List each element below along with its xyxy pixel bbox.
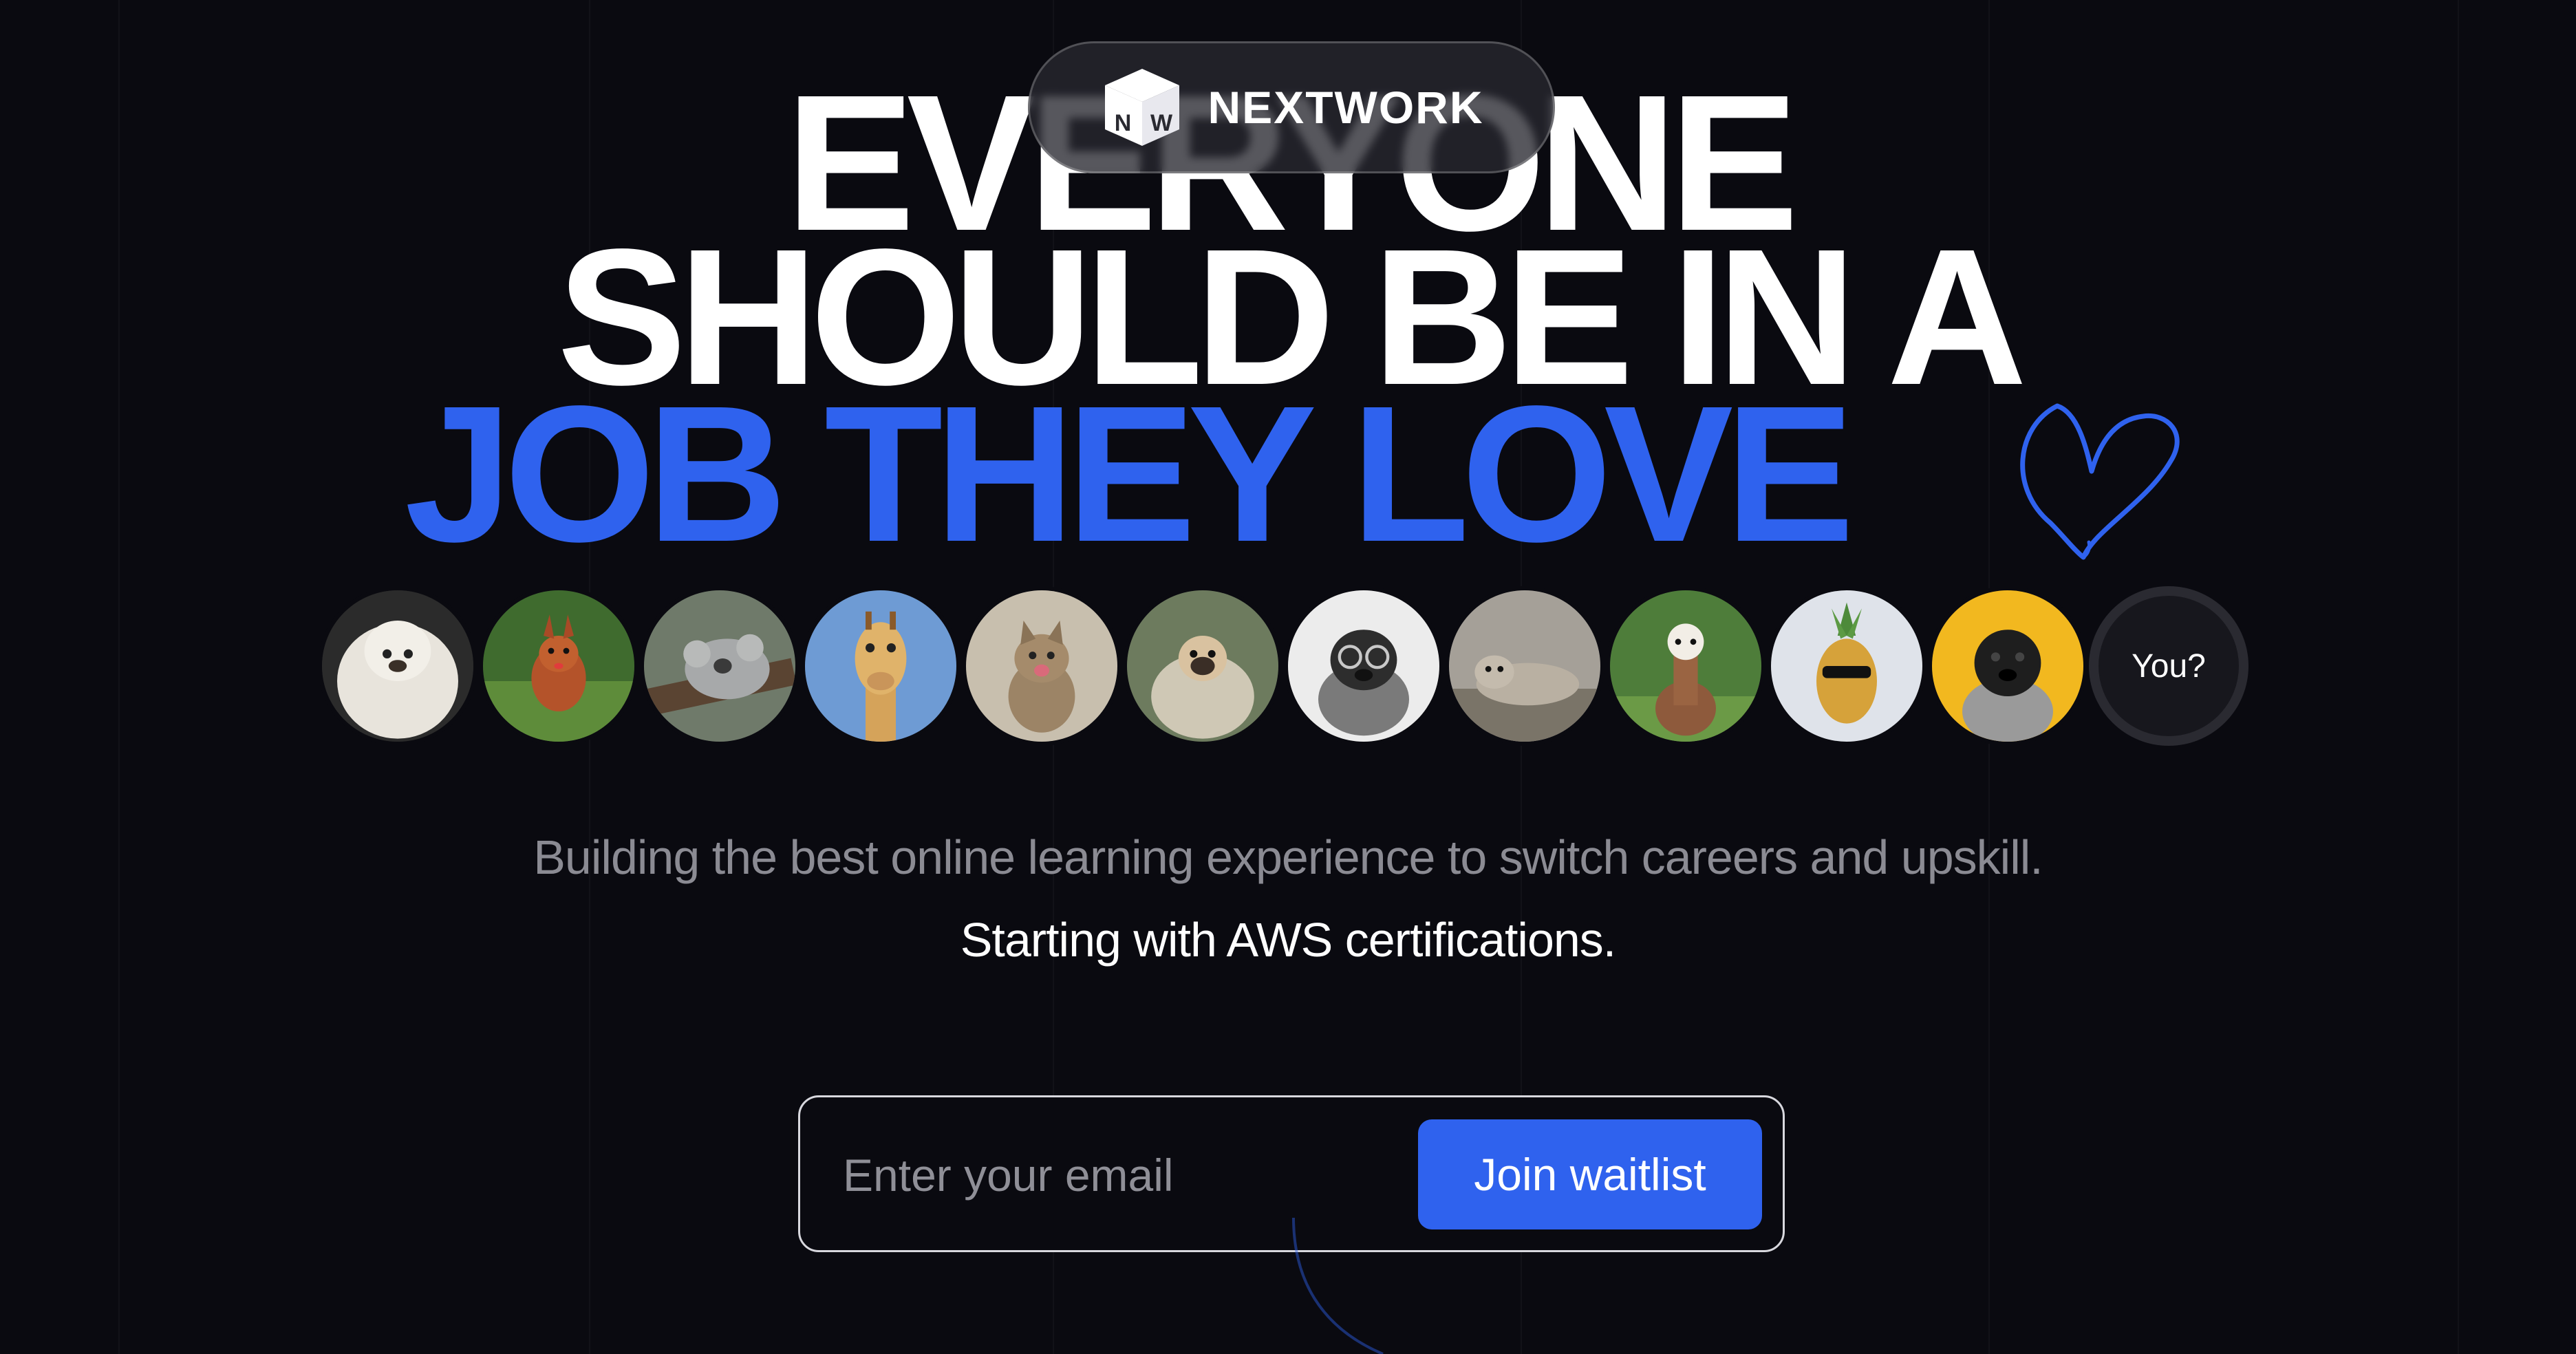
decorative-arc xyxy=(1292,1218,1384,1354)
avatar-seal xyxy=(1445,586,1604,746)
brand-pill[interactable]: N W NEXTWORK xyxy=(1028,41,1555,173)
avatar-pineapple-with-sunglasses xyxy=(1767,586,1926,746)
avatar-pug-in-blanket xyxy=(1123,586,1282,746)
heart-doodle-icon xyxy=(2020,403,2180,560)
subtitle-aws: Starting with AWS certifications. xyxy=(960,913,1617,967)
avatar-koala xyxy=(640,586,799,746)
brand-name: NEXTWORK xyxy=(1208,82,1484,133)
avatar-kitten xyxy=(962,586,1121,746)
avatar-black-pug-yellow-background xyxy=(1928,586,2087,746)
avatar-red-squirrel xyxy=(479,586,638,746)
join-waitlist-button[interactable]: Join waitlist xyxy=(1418,1119,1762,1229)
avatar-giraffe xyxy=(801,586,960,746)
email-input[interactable] xyxy=(841,1125,1381,1225)
subtitle: Building the best online learning experi… xyxy=(533,830,2043,884)
svg-text:W: W xyxy=(1150,110,1172,136)
avatar-white-fluffy-dog xyxy=(318,586,477,746)
nextwork-logo-icon: N W xyxy=(1104,69,1179,146)
you-placeholder-avatar: You? xyxy=(2089,586,2248,746)
svg-text:N: N xyxy=(1114,110,1131,136)
avatar-alpaca xyxy=(1606,586,1765,746)
avatar-row: You? xyxy=(318,586,2248,747)
avatar-pug-with-glasses xyxy=(1284,586,1443,746)
headline-line-3: JOB THEY LOVE xyxy=(405,365,1854,582)
